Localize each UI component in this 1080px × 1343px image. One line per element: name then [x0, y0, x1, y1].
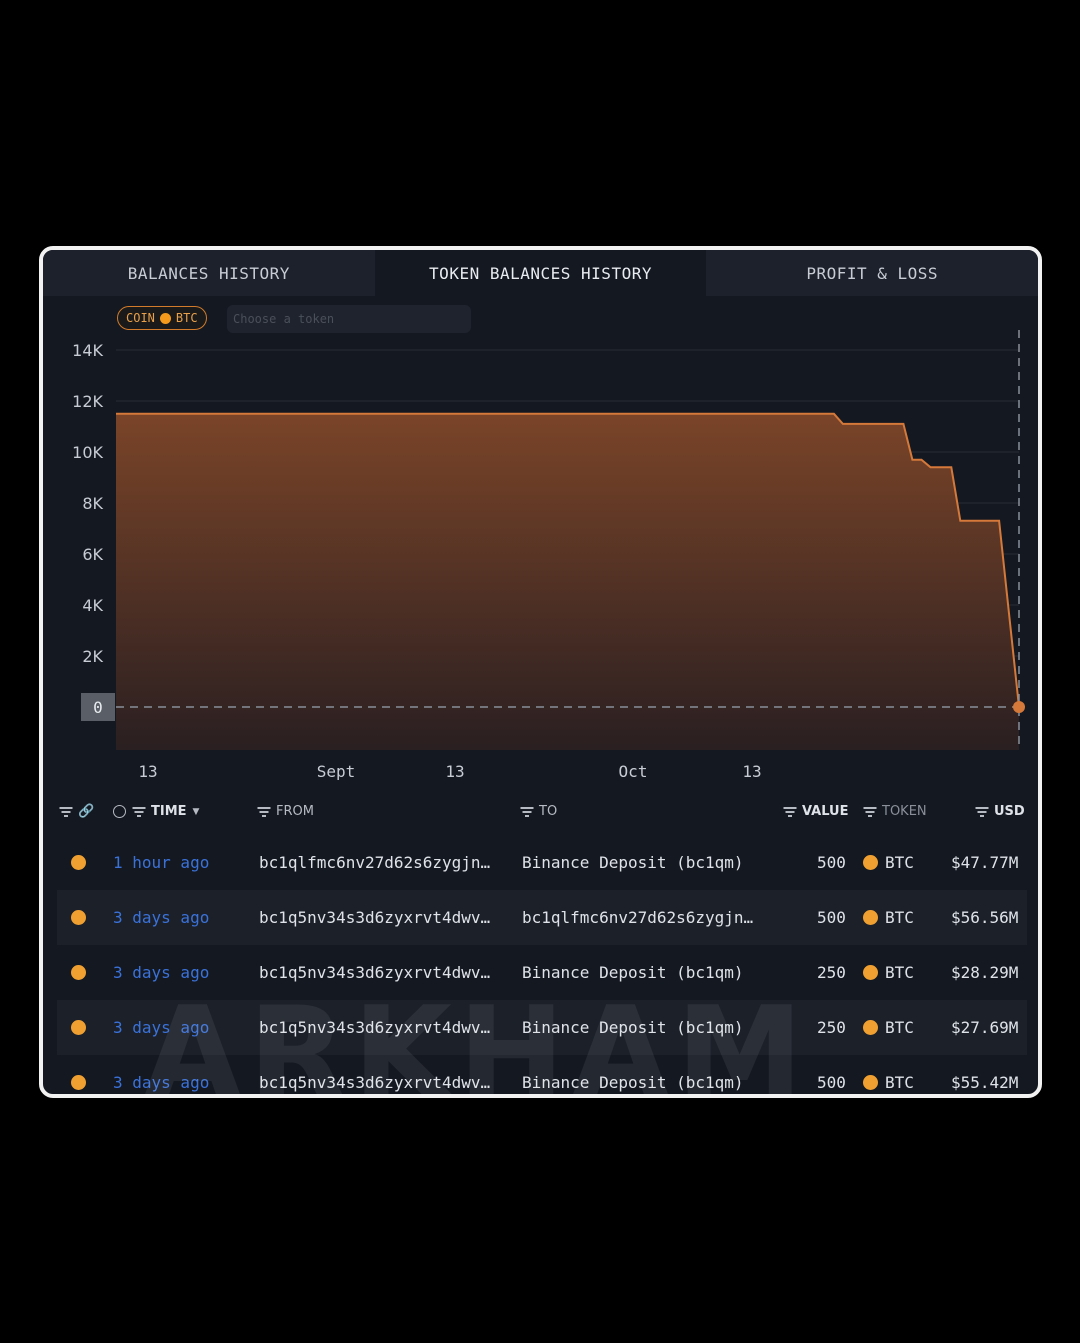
from-header-label: FROM: [276, 804, 314, 819]
x-tick-label: 13: [445, 762, 464, 780]
btc-icon: [863, 910, 878, 925]
btc-icon: [863, 965, 878, 980]
sort-desc-icon: ▼: [192, 806, 200, 817]
to-address[interactable]: bc1qlfmc6nv27d62s6zygjn…: [522, 908, 753, 927]
table-row[interactable]: 3 days ago bc1q5nv34s3d6zyxrvt4dwv… bc1q…: [57, 890, 1027, 945]
time-header-label: TIME: [151, 804, 187, 819]
filter-link-column[interactable]: 🔗: [59, 804, 94, 819]
token-header-label: TOKEN: [882, 804, 927, 819]
y-tick-label: 6K: [82, 545, 103, 564]
to-address[interactable]: Binance Deposit (bc1qm): [522, 1018, 744, 1037]
filter-icon: [257, 807, 270, 816]
btc-icon: [71, 1020, 86, 1035]
time-link[interactable]: 3 days ago: [113, 963, 209, 982]
time-link[interactable]: 1 hour ago: [113, 853, 209, 872]
value-column-header[interactable]: VALUE: [783, 804, 849, 819]
tab-token-balances-history[interactable]: TOKEN BALANCES HISTORY: [374, 250, 707, 296]
to-address[interactable]: Binance Deposit (bc1qm): [522, 963, 744, 982]
usd-value: $47.77M: [951, 853, 1019, 872]
y-tick-label: 12K: [72, 392, 103, 411]
time-link[interactable]: 3 days ago: [113, 908, 209, 927]
to-address[interactable]: Binance Deposit (bc1qm): [522, 1073, 744, 1092]
tab-profit-loss[interactable]: PROFIT & LOSS: [706, 250, 1038, 296]
y-tick-label: 0: [93, 698, 103, 717]
balance-area: [116, 413, 1019, 750]
table-header: 🔗 TIME ▼ FROM TO VALUE TOKEN USD: [43, 798, 1038, 828]
usd-header-label: USD: [994, 804, 1025, 819]
from-address[interactable]: bc1q5nv34s3d6zyxrvt4dwv…: [259, 1018, 490, 1037]
from-address[interactable]: bc1q5nv34s3d6zyxrvt4dwv…: [259, 1073, 490, 1092]
filter-icon: [863, 807, 876, 816]
btc-icon: [71, 965, 86, 980]
btc-icon: [863, 855, 878, 870]
token-symbol[interactable]: BTC: [885, 853, 914, 872]
to-column-header[interactable]: TO: [520, 804, 557, 819]
from-address[interactable]: bc1q5nv34s3d6zyxrvt4dwv…: [259, 908, 490, 927]
y-tick-label: 4K: [82, 596, 103, 615]
coin-chip-label: COIN: [126, 311, 155, 325]
token-balances-panel: BALANCES HISTORY TOKEN BALANCES HISTORY …: [39, 246, 1042, 1098]
token-search-input[interactable]: [227, 305, 471, 333]
table-row[interactable]: 3 days ago bc1q5nv34s3d6zyxrvt4dwv… Bina…: [57, 1000, 1027, 1055]
from-address[interactable]: bc1q5nv34s3d6zyxrvt4dwv…: [259, 963, 490, 982]
usd-value: $55.42M: [951, 1073, 1019, 1092]
y-tick-label: 10K: [72, 443, 103, 462]
transfer-value: 500: [817, 1073, 846, 1092]
transfer-value: 250: [817, 963, 846, 982]
to-header-label: TO: [539, 804, 558, 819]
coin-filter-chip[interactable]: COIN BTC: [117, 306, 207, 330]
from-address[interactable]: bc1qlfmc6nv27d62s6zygjn…: [259, 853, 490, 872]
value-header-label: VALUE: [802, 804, 849, 819]
transfer-value: 500: [817, 908, 846, 927]
token-balance-chart: 14K 12K 10K 8K 6K 4K 2K 0 13 Sept 13 Oct 13: [72, 330, 1025, 780]
filter-icon: [520, 807, 533, 816]
coin-chip-value: BTC: [175, 311, 198, 325]
y-tick-label: 14K: [72, 341, 103, 360]
btc-icon: [71, 855, 86, 870]
token-symbol[interactable]: BTC: [885, 963, 914, 982]
x-tick-label: Sept: [317, 762, 356, 780]
transfer-value: 250: [817, 1018, 846, 1037]
btc-icon: [863, 1075, 878, 1090]
token-symbol[interactable]: BTC: [885, 1018, 914, 1037]
usd-value: $27.69M: [951, 1018, 1019, 1037]
time-link[interactable]: 3 days ago: [113, 1018, 209, 1037]
x-tick-label: Oct: [619, 762, 648, 780]
filter-icon: [132, 807, 145, 816]
y-tick-label: 8K: [82, 494, 103, 513]
transfers-table: 1 hour ago bc1qlfmc6nv27d62s6zygjn… Bina…: [57, 835, 1027, 1094]
time-column-header[interactable]: TIME ▼: [113, 804, 199, 819]
transfer-value: 500: [817, 853, 846, 872]
btc-icon: [863, 1020, 878, 1035]
tab-balances-history[interactable]: BALANCES HISTORY: [43, 250, 375, 296]
x-tick-label: 13: [742, 762, 761, 780]
token-column-header[interactable]: TOKEN: [863, 804, 927, 819]
time-link[interactable]: 3 days ago: [113, 1073, 209, 1092]
filter-icon: [59, 807, 72, 816]
filter-icon: [975, 807, 988, 816]
btc-icon: [71, 1075, 86, 1090]
from-column-header[interactable]: FROM: [257, 804, 314, 819]
btc-icon: [71, 910, 86, 925]
tab-bar: BALANCES HISTORY TOKEN BALANCES HISTORY …: [43, 250, 1038, 296]
btc-icon: [159, 312, 171, 324]
usd-value: $28.29M: [951, 963, 1019, 982]
current-point-marker: [1013, 701, 1025, 713]
table-row[interactable]: 3 days ago bc1q5nv34s3d6zyxrvt4dwv… Bina…: [57, 945, 1027, 1000]
usd-column-header[interactable]: USD: [975, 804, 1025, 819]
to-address[interactable]: Binance Deposit (bc1qm): [522, 853, 744, 872]
y-tick-label: 2K: [82, 647, 103, 666]
table-row[interactable]: 1 hour ago bc1qlfmc6nv27d62s6zygjn… Bina…: [57, 835, 1027, 890]
x-tick-label: 13: [138, 762, 157, 780]
table-row[interactable]: 3 days ago bc1q5nv34s3d6zyxrvt4dwv… Bina…: [57, 1055, 1027, 1094]
clock-icon: [113, 805, 126, 818]
filter-icon: [783, 807, 796, 816]
link-icon: 🔗: [78, 804, 95, 819]
token-symbol[interactable]: BTC: [885, 1073, 914, 1092]
usd-value: $56.56M: [951, 908, 1019, 927]
token-symbol[interactable]: BTC: [885, 908, 914, 927]
